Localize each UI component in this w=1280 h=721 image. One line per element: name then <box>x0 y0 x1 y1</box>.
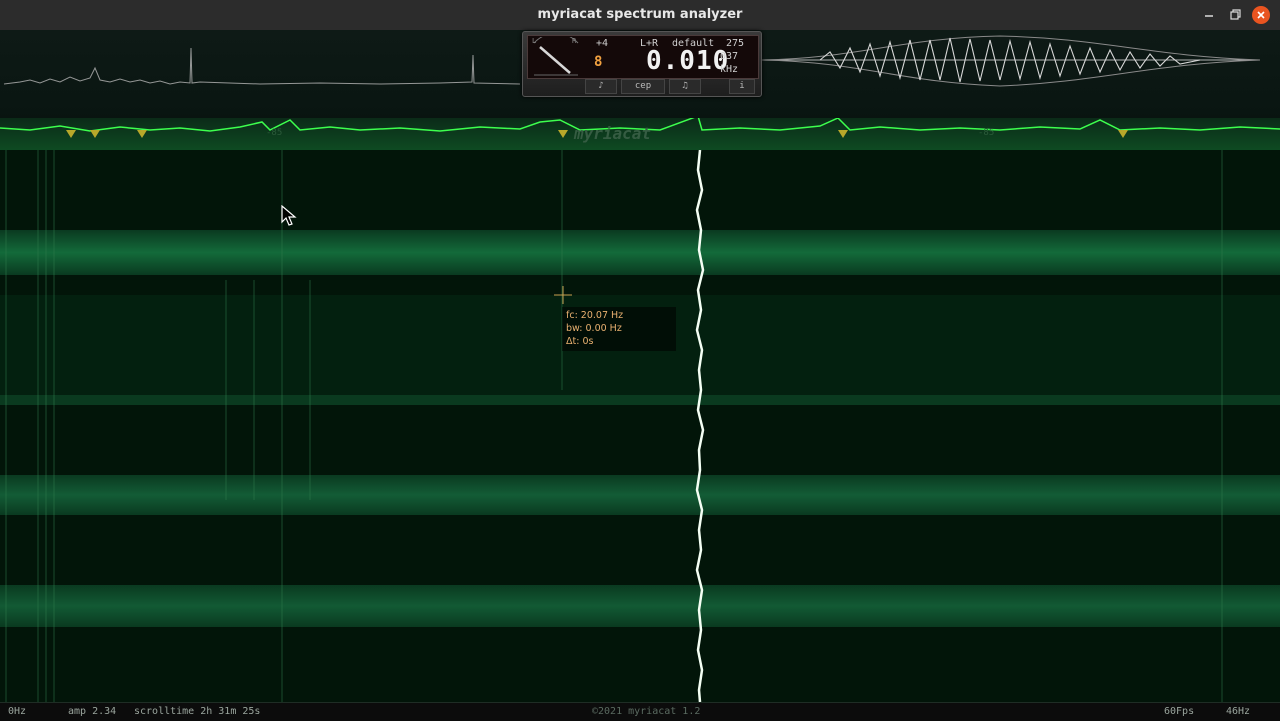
title-bar: myriacat spectrum analyzer <box>0 0 1280 31</box>
peak-marker-icon <box>90 130 100 138</box>
tooltip-fc: fc: 20.07 Hz <box>566 310 624 321</box>
close-button[interactable] <box>1252 6 1270 24</box>
tooltip-bw: bw: 0.00 Hz <box>566 323 622 334</box>
status-copyright: ©2021 myriacat 1.2 <box>592 706 701 717</box>
dial-label-left: L <box>532 37 537 45</box>
analyzer-app: -85 -85 myriacat L R +4 8 L+R default 27… <box>0 30 1280 721</box>
frequency-tooltip: fc: 20.07 Hz bw: 0.00 Hz Δt: 0s <box>562 307 676 351</box>
waveform-envelope-bottom <box>761 59 1261 87</box>
peak-marker-icon <box>838 130 848 138</box>
waveform-envelope-top <box>761 35 1261 61</box>
db-label-right: -85 <box>978 128 995 138</box>
watermark-logo: myriacat <box>574 124 652 143</box>
restore-icon <box>1230 9 1241 20</box>
status-scrolltime: scrolltime 2h 31m 25s <box>134 706 261 717</box>
status-amp: amp 2.34 <box>68 706 117 717</box>
status-right-freq: 46Hz <box>1226 706 1251 717</box>
tooltip-dt: Δt: 0s <box>566 336 594 347</box>
frequency-unit: kHz <box>720 64 739 75</box>
frequency-readout: 0.010 <box>646 46 730 76</box>
waterfall-display[interactable] <box>0 150 1280 702</box>
minimize-icon <box>1205 15 1213 17</box>
restore-button[interactable] <box>1226 6 1244 24</box>
status-left-freq: 0Hz <box>8 706 27 717</box>
info-button[interactable]: i <box>729 79 755 94</box>
mini-spectrum-line <box>3 47 521 85</box>
frequency-meter: L R +4 8 L+R default 275 0.010 037 kHz ♪… <box>522 31 762 97</box>
peak-marker-icon <box>66 130 76 138</box>
peak-marker-icon <box>1118 130 1128 138</box>
status-fps: 60Fps <box>1164 706 1195 717</box>
window-title: myriacat spectrum analyzer <box>537 7 743 22</box>
peak-marker-icon <box>558 130 568 138</box>
frequency-fraction: 037 <box>720 51 739 62</box>
meter-screen: L R +4 8 L+R default 275 0.010 037 kHz <box>527 35 759 79</box>
close-icon <box>1257 11 1265 19</box>
crosshair-icon <box>554 286 572 304</box>
status-bar: 0Hz amp 2.34 scrolltime 2h 31m 25s ©2021… <box>0 702 1280 721</box>
waterfall-overlay <box>5 150 1223 702</box>
dial-label-right: R <box>572 37 577 45</box>
db-label-left: -85 <box>266 128 283 138</box>
peak-marker-icon <box>137 130 147 138</box>
meter-button-row: ♪ cep ♫ i <box>579 79 757 94</box>
digit-display: 8 <box>594 54 603 70</box>
note-button[interactable]: ♪ <box>585 79 617 94</box>
fundamental-trace <box>695 150 705 702</box>
gain-value: +4 <box>596 38 609 49</box>
cep-button[interactable]: cep <box>621 79 665 94</box>
minimize-button[interactable] <box>1200 6 1218 24</box>
notes-button[interactable]: ♫ <box>669 79 701 94</box>
mouse-cursor-icon <box>281 205 297 226</box>
